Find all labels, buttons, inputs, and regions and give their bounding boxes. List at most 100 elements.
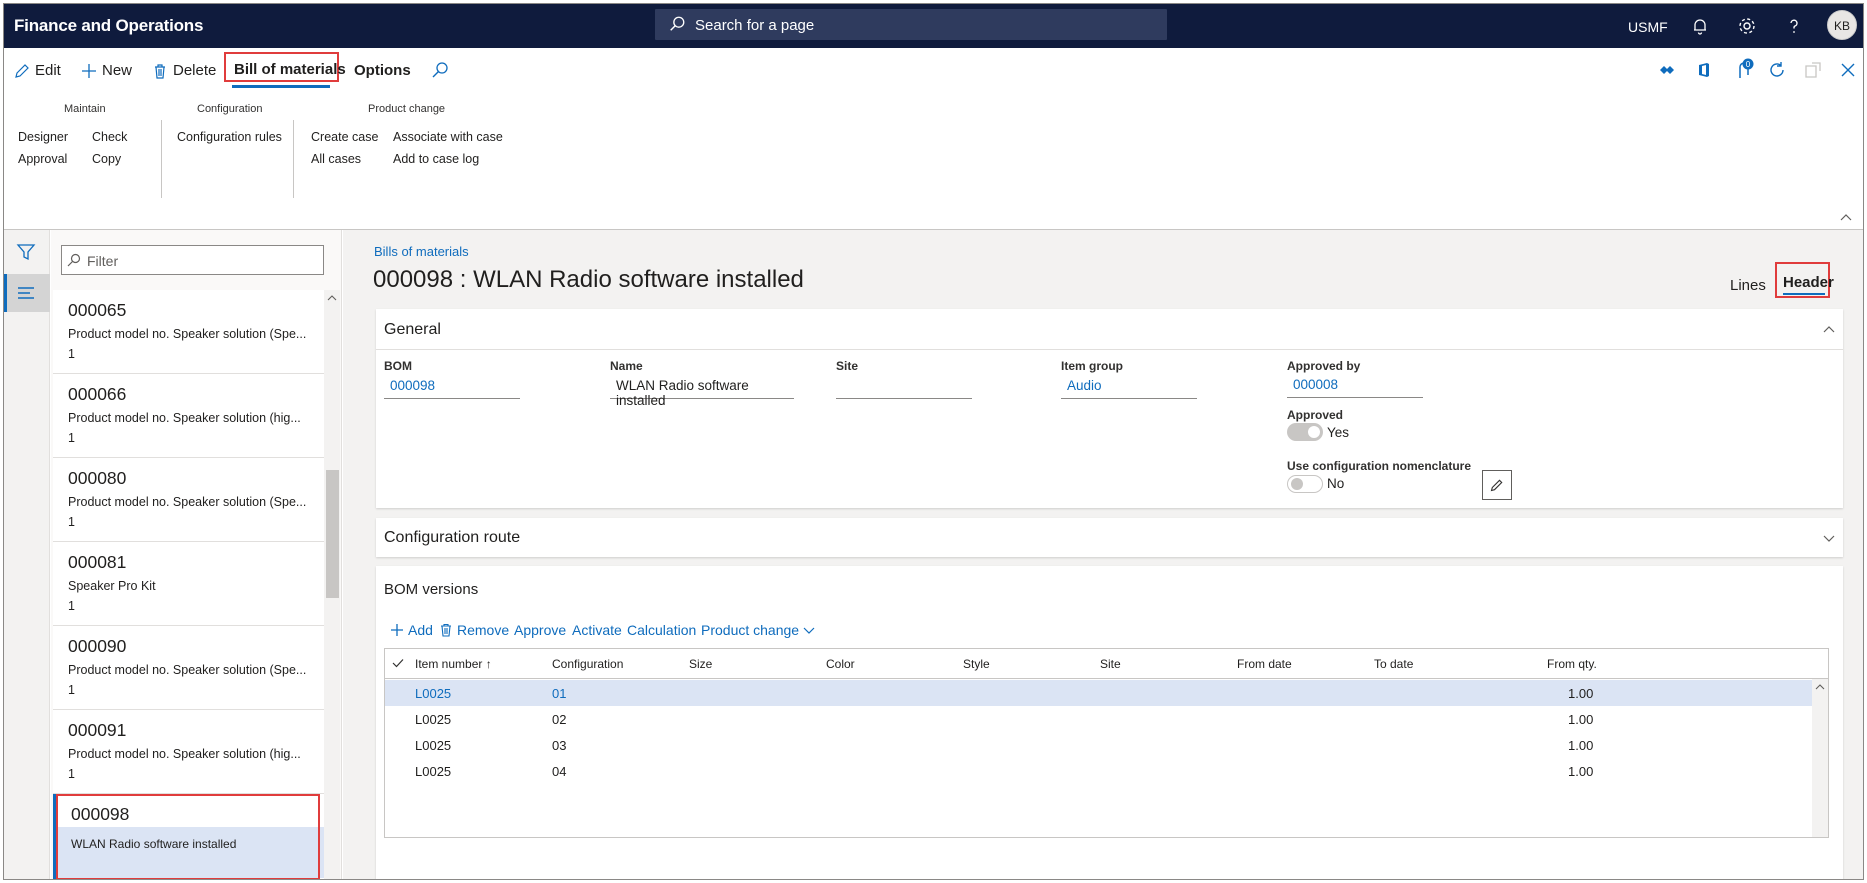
cell-configuration[interactable]: 03 bbox=[552, 738, 566, 753]
list-item[interactable]: 000091 Product model no. Speaker solutio… bbox=[53, 710, 324, 794]
general-heading[interactable]: General bbox=[384, 321, 441, 339]
scroll-up-icon[interactable] bbox=[327, 294, 337, 302]
site-field[interactable] bbox=[836, 373, 972, 399]
table-row[interactable]: L0025 04 1.00 bbox=[385, 758, 1828, 784]
activate-button[interactable]: Activate bbox=[572, 622, 622, 638]
collapse-ribbon-icon[interactable] bbox=[1840, 212, 1852, 222]
list-item[interactable]: 000080 Product model no. Speaker solutio… bbox=[53, 458, 324, 542]
list-toggle-button[interactable] bbox=[4, 274, 50, 312]
list-item-selected[interactable]: 000098 WLAN Radio software installed bbox=[53, 794, 324, 879]
column-header-style[interactable]: Style bbox=[963, 657, 990, 671]
tab-options[interactable]: Options bbox=[354, 62, 411, 79]
list-item-description: Product model no. Speaker solution (hig.… bbox=[68, 747, 301, 761]
column-header-configuration[interactable]: Configuration bbox=[552, 657, 623, 671]
toggle-knob bbox=[1308, 426, 1320, 438]
cell-configuration[interactable]: 01 bbox=[552, 686, 566, 701]
list-item[interactable]: 000090 Product model no. Speaker solutio… bbox=[53, 626, 324, 710]
cell-configuration[interactable]: 02 bbox=[552, 712, 566, 727]
bell-icon[interactable] bbox=[1690, 16, 1710, 36]
office-icon[interactable] bbox=[1695, 61, 1713, 79]
cell-item-number[interactable]: L0025 bbox=[415, 738, 451, 753]
column-header-from-date[interactable]: From date bbox=[1237, 657, 1292, 671]
copy-button[interactable]: Copy bbox=[92, 152, 121, 166]
column-header-item-number[interactable]: Item number ↑ bbox=[415, 657, 492, 671]
check-button[interactable]: Check bbox=[92, 130, 127, 144]
company-selector[interactable]: USMF bbox=[1628, 19, 1668, 35]
cell-item-number[interactable]: L0025 bbox=[415, 764, 451, 779]
calculation-button[interactable]: Calculation bbox=[627, 622, 696, 638]
chevron-up-icon[interactable] bbox=[1823, 323, 1835, 335]
breadcrumb[interactable]: Bills of materials bbox=[374, 244, 469, 259]
column-header-to-date[interactable]: To date bbox=[1374, 657, 1413, 671]
table-row[interactable]: L0025 01 1.00 bbox=[385, 680, 1828, 706]
approved-by-field[interactable]: 000008 bbox=[1287, 372, 1423, 398]
list-item-description: Product model no. Speaker solution (Spe.… bbox=[68, 327, 307, 341]
edit-button[interactable]: Edit bbox=[14, 62, 61, 79]
configuration-rules-button[interactable]: Configuration rules bbox=[177, 130, 282, 144]
grid-scrollbar[interactable] bbox=[1812, 679, 1828, 837]
view-lines-button[interactable]: Lines bbox=[1730, 277, 1766, 294]
top-nav-bar: Finance and Operations Search for a page… bbox=[4, 4, 1863, 48]
avatar[interactable]: KB bbox=[1827, 10, 1857, 40]
gear-icon[interactable] bbox=[1737, 16, 1757, 36]
record-list: 000065 Product model no. Speaker solutio… bbox=[53, 290, 324, 879]
nomenclature-toggle[interactable] bbox=[1287, 475, 1323, 493]
cell-item-number[interactable]: L0025 bbox=[415, 712, 451, 727]
table-row[interactable]: L0025 02 1.00 bbox=[385, 706, 1828, 732]
bom-versions-heading: BOM versions bbox=[384, 581, 479, 598]
cell-configuration[interactable]: 04 bbox=[552, 764, 566, 779]
power-apps-icon[interactable] bbox=[1658, 61, 1676, 79]
select-all-checkmark-icon[interactable] bbox=[392, 658, 404, 668]
approved-toggle[interactable] bbox=[1287, 423, 1323, 441]
help-icon[interactable] bbox=[1784, 16, 1804, 36]
list-item-description: Product model no. Speaker solution (Spe.… bbox=[68, 495, 307, 509]
new-button[interactable]: New bbox=[81, 62, 132, 79]
item-group-field[interactable]: Audio bbox=[1061, 373, 1197, 399]
search-input[interactable]: Search for a page bbox=[655, 9, 1167, 40]
filter-icon[interactable] bbox=[16, 242, 36, 262]
column-header-color[interactable]: Color bbox=[826, 657, 855, 671]
all-cases-button[interactable]: All cases bbox=[311, 152, 361, 166]
app-window: Finance and Operations Search for a page… bbox=[3, 3, 1864, 880]
refresh-icon[interactable] bbox=[1768, 61, 1786, 79]
bom-field[interactable]: 000098 bbox=[384, 373, 520, 399]
create-case-button[interactable]: Create case bbox=[311, 130, 378, 144]
search-icon[interactable] bbox=[431, 61, 449, 79]
approve-button[interactable]: Approve bbox=[514, 622, 566, 638]
configuration-route-heading[interactable]: Configuration route bbox=[384, 529, 520, 547]
product-change-menu[interactable]: Product change bbox=[701, 622, 815, 638]
name-field[interactable]: WLAN Radio software installed bbox=[610, 373, 794, 408]
sort-ascending-icon: ↑ bbox=[485, 657, 492, 671]
trash-icon bbox=[155, 63, 165, 79]
scroll-up-icon[interactable] bbox=[1815, 683, 1825, 691]
cell-item-number[interactable]: L0025 bbox=[415, 686, 451, 701]
list-item[interactable]: 000065 Product model no. Speaker solutio… bbox=[53, 290, 324, 374]
approval-button[interactable]: Approval bbox=[18, 152, 67, 166]
nomenclature-value: No bbox=[1327, 476, 1345, 491]
column-header-site[interactable]: Site bbox=[1100, 657, 1121, 671]
list-item[interactable]: 000066 Product model no. Speaker solutio… bbox=[53, 374, 324, 458]
delete-button[interactable]: Delete bbox=[152, 62, 216, 79]
remove-button[interactable]: Remove bbox=[439, 622, 509, 638]
tab-bill-of-materials[interactable]: Bill of materials bbox=[224, 52, 346, 88]
column-header-from-qty[interactable]: From qty. bbox=[1547, 657, 1597, 671]
attachments-icon[interactable]: 0 bbox=[1734, 58, 1756, 80]
designer-button[interactable]: Designer bbox=[18, 130, 68, 144]
edit-nomenclature-button[interactable] bbox=[1482, 470, 1512, 500]
add-to-case-log-button[interactable]: Add to case log bbox=[393, 152, 479, 166]
associate-with-case-button[interactable]: Associate with case bbox=[393, 130, 503, 144]
column-header-size[interactable]: Size bbox=[689, 657, 712, 671]
add-button[interactable]: Add bbox=[390, 622, 433, 638]
list-item-description: Product model no. Speaker solution (hig.… bbox=[68, 411, 301, 425]
scroll-thumb[interactable] bbox=[326, 470, 339, 598]
filter-input[interactable]: Filter bbox=[61, 245, 324, 275]
table-row[interactable]: L0025 03 1.00 bbox=[385, 732, 1828, 758]
view-header-button[interactable]: Header bbox=[1775, 262, 1834, 298]
list-scrollbar[interactable] bbox=[324, 290, 340, 879]
list-item[interactable]: 000081 Speaker Pro Kit 1 bbox=[53, 542, 324, 626]
open-new-window-icon[interactable] bbox=[1804, 61, 1822, 79]
chevron-down-icon[interactable] bbox=[1823, 532, 1835, 544]
app-title[interactable]: Finance and Operations bbox=[14, 16, 203, 36]
close-icon[interactable] bbox=[1839, 61, 1857, 79]
left-rail bbox=[4, 230, 50, 879]
